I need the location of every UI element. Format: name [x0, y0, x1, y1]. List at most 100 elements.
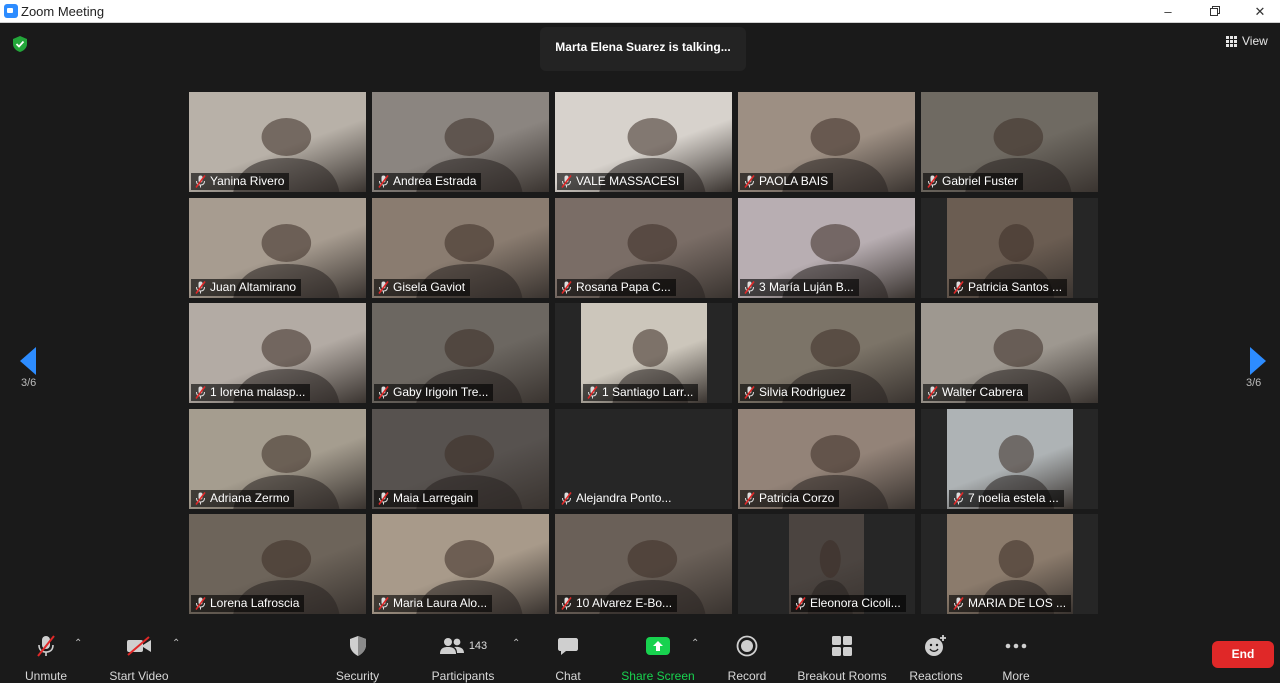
encryption-shield-icon[interactable]: [11, 35, 29, 53]
participant-tile[interactable]: Gabriel Fuster: [921, 92, 1098, 192]
muted-mic-icon: [195, 385, 206, 399]
participant-tile[interactable]: MARIA DE LOS ...: [921, 514, 1098, 614]
participant-tile[interactable]: Rosana Papa C...: [555, 198, 732, 298]
start-video-button[interactable]: Start Video: [103, 634, 175, 683]
participant-name: Adriana Zermo: [210, 491, 290, 505]
muted-mic-icon: [378, 596, 389, 610]
participant-name: Gisela Gaviot: [393, 280, 466, 294]
share-options-caret-icon[interactable]: ⌃: [691, 638, 699, 649]
muted-mic-icon: [744, 280, 755, 294]
participant-tile[interactable]: Gaby Irigoin Tre...: [372, 303, 549, 403]
video-options-caret-icon[interactable]: ⌃: [172, 638, 180, 649]
muted-mic-icon: [561, 491, 572, 505]
end-meeting-button[interactable]: End: [1212, 641, 1274, 668]
video-camera-off-icon: [127, 636, 151, 656]
chat-button[interactable]: Chat: [548, 634, 588, 683]
participant-tile[interactable]: 7 noelia estela ...: [921, 409, 1098, 509]
participant-name: Silvia Rodriguez: [759, 385, 846, 399]
participant-tile[interactable]: Patricia Corzo: [738, 409, 915, 509]
participant-name-label: Maia Larregain: [374, 490, 479, 507]
minimize-button[interactable]: –: [1145, 0, 1191, 23]
participant-name-label: Silvia Rodriguez: [740, 384, 851, 401]
title-bar: Zoom Meeting – ✕: [0, 0, 1280, 23]
participant-name: Andrea Estrada: [393, 174, 477, 188]
participant-tile[interactable]: Eleonora Cicoli...: [738, 514, 915, 614]
reactions-button[interactable]: Reactions: [906, 634, 966, 683]
participant-tile[interactable]: Alejandra Ponto...: [555, 409, 732, 509]
participants-button[interactable]: 143 Participants: [427, 634, 499, 683]
participant-name: 1 Santiago Larr...: [602, 385, 694, 399]
start-video-label: Start Video: [109, 669, 169, 683]
participant-name: 3 María Luján B...: [759, 280, 854, 294]
window-title: Zoom Meeting: [21, 4, 105, 19]
participant-name: Eleonora Cicoli...: [810, 596, 901, 610]
page-indicator-right: 3/6: [1246, 377, 1262, 389]
participant-tile[interactable]: Walter Cabrera: [921, 303, 1098, 403]
participant-tile[interactable]: VALE MASSACESI: [555, 92, 732, 192]
participant-name-label: MARIA DE LOS ...: [949, 595, 1072, 612]
participant-name: Rosana Papa C...: [576, 280, 671, 294]
participant-tile[interactable]: Maria Laura Alo...: [372, 514, 549, 614]
participant-name-label: 3 María Luján B...: [740, 279, 859, 296]
reactions-smiley-icon: [925, 635, 946, 656]
participant-name: Patricia Santos ...: [968, 280, 1063, 294]
audio-options-caret-icon[interactable]: ⌃: [74, 638, 82, 649]
participant-tile[interactable]: Adriana Zermo: [189, 409, 366, 509]
muted-mic-icon: [795, 596, 806, 610]
participant-tile[interactable]: Yanina Rivero: [189, 92, 366, 192]
participant-name-label: Yanina Rivero: [191, 173, 290, 190]
participant-tile[interactable]: 10 Alvarez E-Bo...: [555, 514, 732, 614]
participant-tile[interactable]: Patricia Santos ...: [921, 198, 1098, 298]
breakout-rooms-grid-icon: [832, 636, 852, 656]
record-button[interactable]: Record: [724, 634, 770, 683]
participant-name: Alejandra Ponto...: [576, 491, 672, 505]
participant-tile[interactable]: 3 María Luján B...: [738, 198, 915, 298]
participant-name: 10 Alvarez E-Bo...: [576, 596, 673, 610]
zoom-app-icon: [4, 4, 18, 18]
muted-mic-icon: [378, 174, 389, 188]
breakout-rooms-button[interactable]: Breakout Rooms: [794, 634, 890, 683]
meeting-stage: Marta Elena Suarez is talking... View 3/…: [0, 23, 1280, 628]
share-screen-button[interactable]: Share Screen: [620, 634, 696, 683]
participant-tile[interactable]: Juan Altamirano: [189, 198, 366, 298]
participant-name: Walter Cabrera: [942, 385, 1023, 399]
participant-name-label: Maria Laura Alo...: [374, 595, 493, 612]
page-indicator-left: 3/6: [21, 377, 37, 389]
participant-name: Lorena Lafroscia: [210, 596, 300, 610]
security-button[interactable]: Security: [330, 634, 385, 683]
participant-name-label: 1 Santiago Larr...: [583, 384, 699, 401]
participant-name-label: PAOLA BAIS: [740, 173, 834, 190]
reactions-label: Reactions: [909, 669, 963, 683]
more-button[interactable]: More: [996, 634, 1036, 683]
participant-name: PAOLA BAIS: [759, 174, 829, 188]
participant-tile[interactable]: Silvia Rodriguez: [738, 303, 915, 403]
participant-name: Patricia Corzo: [759, 491, 835, 505]
participant-name: 1 lorena malasp...: [210, 385, 306, 399]
participant-name-label: Patricia Corzo: [740, 490, 840, 507]
participant-tile[interactable]: Andrea Estrada: [372, 92, 549, 192]
participant-name-label: 10 Alvarez E-Bo...: [557, 595, 678, 612]
muted-mic-icon: [378, 385, 389, 399]
participant-tile[interactable]: 1 lorena malasp...: [189, 303, 366, 403]
participant-name-label: Andrea Estrada: [374, 173, 482, 190]
participants-options-caret-icon[interactable]: ⌃: [512, 638, 520, 649]
unmute-button[interactable]: Unmute: [16, 634, 76, 683]
share-screen-label: Share Screen: [621, 669, 695, 683]
close-button[interactable]: ✕: [1237, 0, 1280, 23]
participant-tile[interactable]: PAOLA BAIS: [738, 92, 915, 192]
restore-button[interactable]: [1191, 0, 1237, 23]
participant-tile[interactable]: Maia Larregain: [372, 409, 549, 509]
participant-tile[interactable]: Lorena Lafroscia: [189, 514, 366, 614]
share-screen-arrow-icon: [646, 637, 670, 655]
participant-name-label: Adriana Zermo: [191, 490, 295, 507]
microphone-muted-icon: [37, 635, 55, 657]
muted-mic-icon: [561, 596, 572, 610]
participant-name-label: Walter Cabrera: [923, 384, 1028, 401]
participant-tile[interactable]: 1 Santiago Larr...: [555, 303, 732, 403]
muted-mic-icon: [195, 596, 206, 610]
record-label: Record: [727, 669, 767, 683]
participant-name-label: 1 lorena malasp...: [191, 384, 311, 401]
participant-tile[interactable]: Gisela Gaviot: [372, 198, 549, 298]
view-button[interactable]: View: [1226, 32, 1268, 50]
more-label: More: [1002, 669, 1030, 683]
